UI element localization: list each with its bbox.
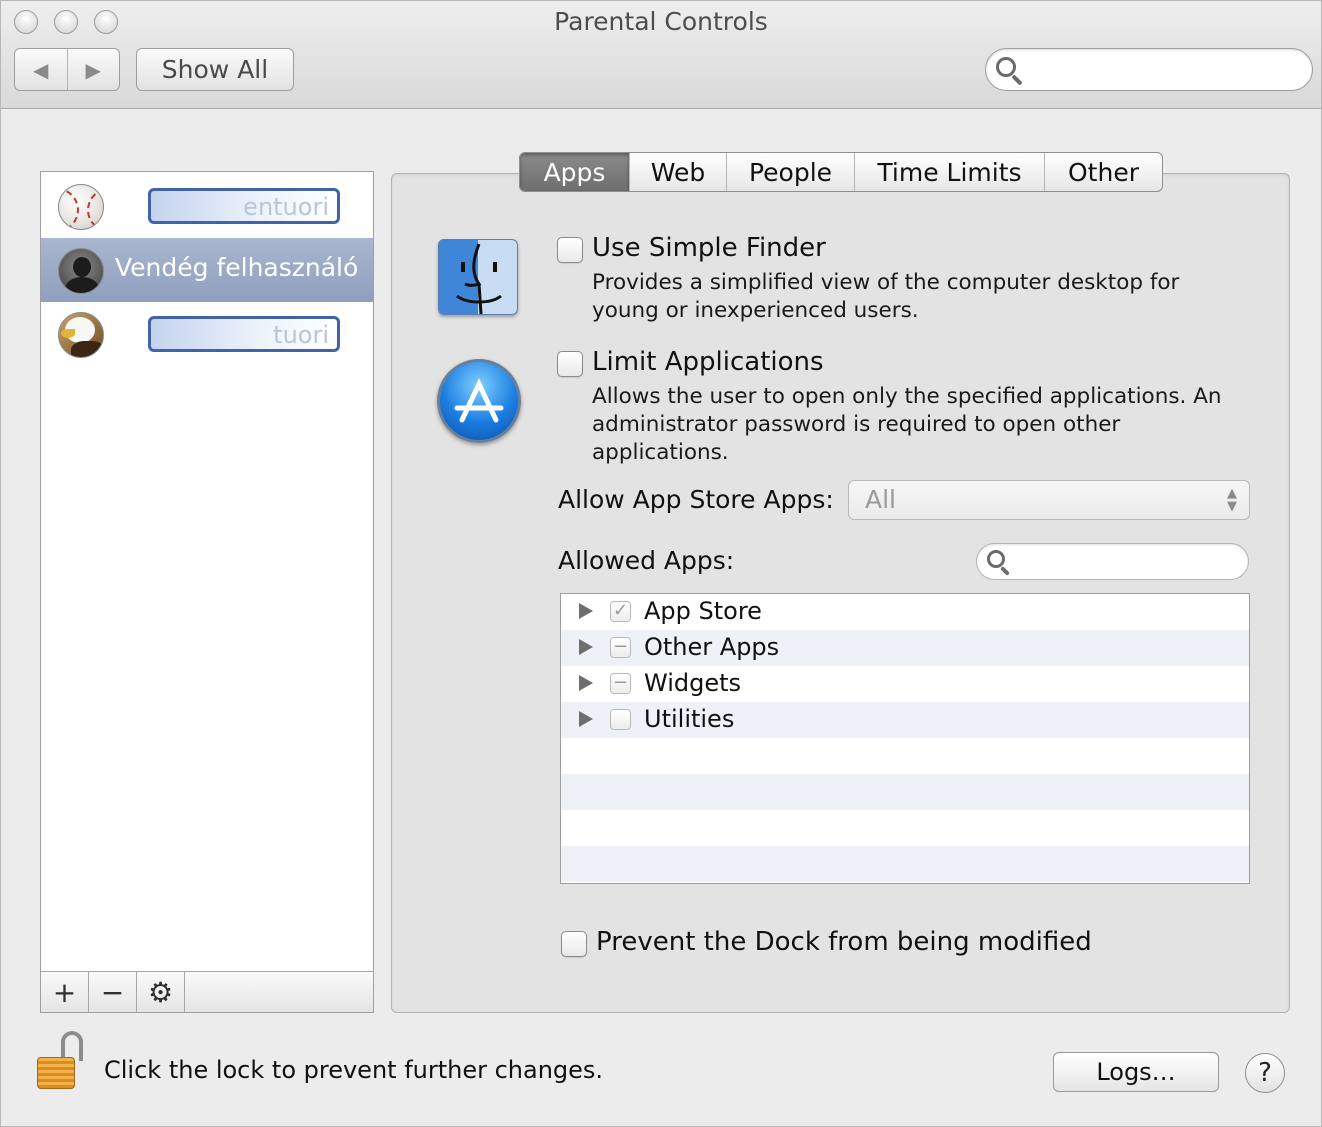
utilities-row-checkbox[interactable] [610,709,631,730]
window-title: Parental Controls [554,7,768,36]
action-menu-button[interactable]: ⚙ [137,972,185,1012]
app-store-icon [437,359,521,443]
show-all-button[interactable]: Show All [136,48,294,91]
eagle-avatar [58,312,104,358]
user-row-selected[interactable]: Vendég felhasználó [41,238,373,302]
list-item[interactable]: Utilities [561,702,1249,738]
parental-controls-window: Parental Controls ◀ ▶ Show All entuori V… [0,0,1322,1127]
empty-row [561,774,1249,810]
use-simple-finder-description: Provides a simplified view of the comput… [592,270,1180,323]
widgets-row-checkbox[interactable]: − [610,673,631,694]
use-simple-finder-label: Use Simple Finder [592,233,826,263]
toolbar-search-input[interactable] [985,48,1313,91]
allowed-apps-label: Allowed Apps: [558,546,735,575]
list-item[interactable]: − Widgets [561,666,1249,702]
empty-row [561,810,1249,846]
empty-row [561,738,1249,774]
baseball-avatar [58,184,104,230]
back-button[interactable]: ◀ [15,49,67,90]
empty-row [561,846,1249,882]
allowed-apps-search-input[interactable] [976,543,1249,580]
app-name: Widgets [644,669,742,697]
add-user-button[interactable]: + [41,972,89,1012]
disclosure-triangle-icon[interactable] [579,639,593,655]
use-simple-finder-checkbox[interactable] [557,237,583,263]
remove-user-button[interactable]: − [89,972,137,1012]
tab-other[interactable]: Other [1044,153,1162,191]
user-name: Vendég felhasználó [115,253,359,282]
lock-status-text: Click the lock to prevent further change… [104,1056,604,1084]
tab-people[interactable]: People [726,153,854,191]
tab-bar: Apps Web People Time Limits Other [519,152,1163,192]
user-row[interactable]: tuori [41,302,373,366]
forward-button[interactable]: ▶ [66,49,120,90]
user-list-toolbar: + − ⚙ [41,971,373,1012]
prevent-dock-label: Prevent the Dock from being modified [596,927,1092,957]
app-name: Other Apps [644,633,780,661]
prevent-dock-checkbox[interactable] [561,931,587,957]
disclosure-triangle-icon[interactable] [579,675,593,691]
user-name-field[interactable]: entuori [148,188,340,224]
user-list: entuori Vendég felhasználó tuori + − ⚙ [40,171,374,1013]
user-row[interactable]: entuori [41,174,373,238]
back-arrow-icon: ◀ [33,57,49,82]
guest-avatar [58,248,104,294]
help-button[interactable]: ? [1245,1053,1285,1093]
list-item[interactable]: ✓ App Store [561,594,1249,630]
limit-applications-description: Allows the user to open only the specifi… [592,384,1222,465]
app-store-row-checkbox[interactable]: ✓ [610,601,631,622]
forward-arrow-icon: ▶ [85,57,101,82]
disclosure-triangle-icon[interactable] [579,711,593,727]
allow-app-store-popup[interactable]: All ▲ ▼ [848,480,1250,520]
user-name-field[interactable]: tuori [148,316,340,352]
back-forward-control: ◀ ▶ [14,48,120,91]
tab-apps[interactable]: Apps [520,153,629,191]
tab-web[interactable]: Web [629,153,726,191]
limit-applications-label: Limit Applications [592,347,824,377]
updown-arrows-icon: ▲ ▼ [1227,486,1237,514]
gear-icon: ⚙ [147,975,174,1009]
app-name: App Store [644,597,762,625]
app-name: Utilities [644,705,735,733]
other-apps-row-checkbox[interactable]: − [610,637,631,658]
tab-time-limits[interactable]: Time Limits [854,153,1044,191]
lock-icon[interactable] [37,1031,87,1091]
toolbar: Parental Controls ◀ ▶ Show All [1,1,1321,109]
allowed-apps-list: ✓ App Store − Other Apps − Widgets Utili… [560,593,1250,884]
disclosure-triangle-icon[interactable] [579,603,593,619]
allow-app-store-value: All [865,485,896,514]
logs-button[interactable]: Logs… [1053,1052,1219,1092]
allow-app-store-label: Allow App Store Apps: [558,485,834,514]
list-item[interactable]: − Other Apps [561,630,1249,666]
limit-applications-checkbox[interactable] [557,351,583,377]
finder-icon [438,239,518,315]
